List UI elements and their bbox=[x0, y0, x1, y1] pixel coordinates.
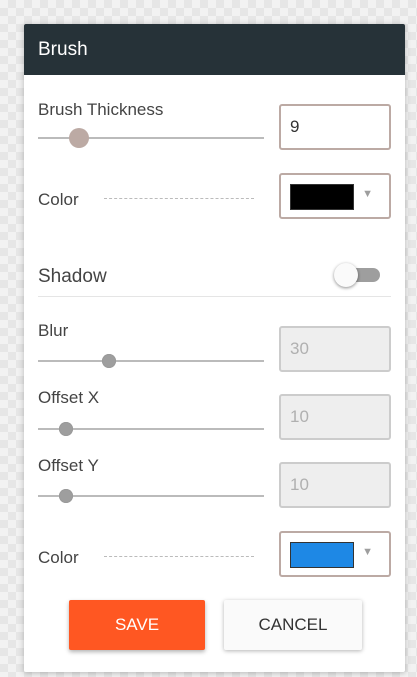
blur-slider[interactable] bbox=[38, 354, 264, 368]
brush-thickness-slider[interactable] bbox=[38, 128, 264, 148]
triangle-down-icon: ▼ bbox=[362, 188, 373, 200]
shadow-toggle[interactable] bbox=[332, 262, 384, 288]
dialog-title: Brush bbox=[38, 39, 88, 60]
slider-track bbox=[38, 360, 264, 362]
shadow-label: Shadow bbox=[38, 266, 107, 287]
brush-thickness-label: Brush Thickness bbox=[38, 100, 164, 119]
color-leader-line bbox=[104, 198, 254, 199]
cancel-button[interactable]: CANCEL bbox=[224, 600, 362, 650]
toggle-thumb[interactable] bbox=[334, 263, 358, 287]
shadow-color-label: Color bbox=[38, 548, 79, 567]
blur-label: Blur bbox=[38, 321, 69, 340]
shadow-color-leader-line bbox=[104, 556, 254, 557]
offset-x-label: Offset X bbox=[38, 388, 100, 407]
slider-thumb[interactable] bbox=[59, 422, 73, 436]
blur-input[interactable] bbox=[279, 326, 391, 372]
triangle-down-icon: ▼ bbox=[362, 546, 373, 558]
brush-thickness-input[interactable] bbox=[279, 104, 391, 150]
slider-thumb[interactable] bbox=[102, 354, 116, 368]
offset-y-label: Offset Y bbox=[38, 456, 99, 475]
brush-dialog: Brush Brush Thickness Color ▼ Shadow Blu… bbox=[24, 24, 405, 672]
slider-thumb[interactable] bbox=[69, 128, 89, 148]
dialog-header: Brush bbox=[24, 24, 405, 75]
slider-thumb[interactable] bbox=[59, 489, 73, 503]
color-picker[interactable]: ▼ bbox=[279, 173, 391, 219]
color-label: Color bbox=[38, 190, 79, 209]
save-button[interactable]: SAVE bbox=[69, 600, 205, 650]
offset-y-input[interactable] bbox=[279, 462, 391, 508]
shadow-color-swatch bbox=[290, 542, 354, 568]
color-swatch bbox=[290, 184, 354, 210]
offset-x-input[interactable] bbox=[279, 394, 391, 440]
shadow-divider bbox=[38, 296, 391, 297]
offset-y-slider[interactable] bbox=[38, 489, 264, 503]
shadow-color-picker[interactable]: ▼ bbox=[279, 531, 391, 577]
offset-x-slider[interactable] bbox=[38, 422, 264, 436]
